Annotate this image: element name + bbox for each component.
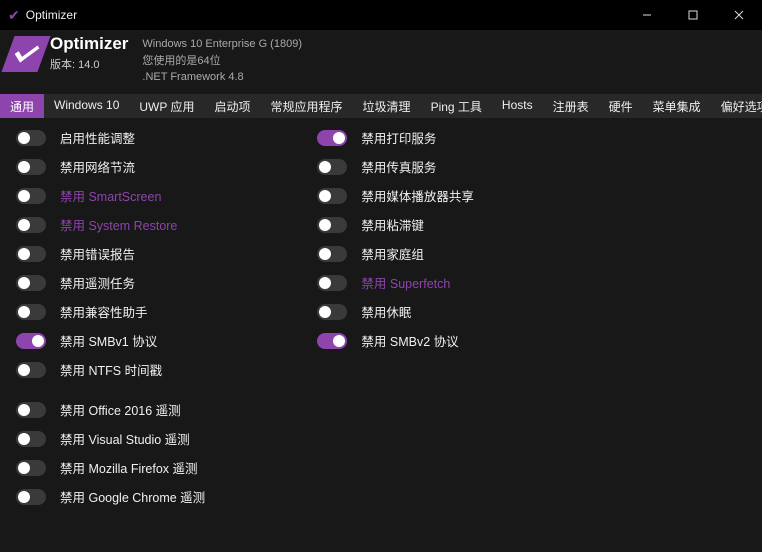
toggle-switch[interactable]: [16, 275, 46, 291]
toggle-switch[interactable]: [16, 333, 46, 349]
toggle-label: 禁用 Superfetch: [361, 273, 450, 292]
toggle-switch[interactable]: [317, 188, 347, 204]
minimize-button[interactable]: [624, 0, 670, 30]
toggle-label: 禁用 SmartScreen: [60, 186, 161, 205]
tab-通用[interactable]: 通用: [0, 94, 44, 118]
tab-硬件[interactable]: 硬件: [599, 94, 643, 118]
toggle-row: 禁用媒体播放器共享: [317, 186, 474, 206]
toggle-label: 禁用 System Restore: [60, 215, 177, 234]
toggle-switch[interactable]: [317, 217, 347, 233]
tab-注册表[interactable]: 注册表: [543, 94, 599, 118]
toggle-row: 禁用 Mozilla Firefox 遥测: [16, 458, 746, 478]
toggle-row: 禁用 Superfetch: [317, 273, 474, 293]
toggle-label: 禁用遥测任务: [60, 273, 135, 292]
toggle-label: 禁用传真服务: [361, 157, 436, 176]
tab-bar: 通用Windows 10UWP 应用启动项常规应用程序垃圾清理Ping 工具Ho…: [0, 94, 762, 118]
tab-菜单集成[interactable]: 菜单集成: [643, 94, 711, 118]
toggle-label: 禁用网络节流: [60, 157, 135, 176]
app-name: Optimizer: [50, 34, 128, 54]
toggle-row: 禁用 NTFS 时间戳: [16, 360, 177, 380]
toggle-row: 禁用家庭组: [317, 244, 474, 264]
tab-偏好选项[interactable]: 偏好选项: [711, 94, 762, 118]
toggle-label: 禁用 NTFS 时间戳: [60, 360, 162, 379]
toggle-label: 禁用打印服务: [361, 128, 436, 147]
tab-Ping 工具[interactable]: Ping 工具: [421, 94, 492, 118]
toggle-label: 禁用 Google Chrome 遥测: [60, 487, 205, 506]
toggle-switch[interactable]: [16, 402, 46, 418]
toggle-row: 禁用 System Restore: [16, 215, 177, 235]
toggle-column-right: 禁用打印服务禁用传真服务禁用媒体播放器共享禁用粘滞键禁用家庭组禁用 Superf…: [317, 128, 474, 380]
logo-icon: [8, 36, 44, 72]
header: Optimizer 版本: 14.0 Windows 10 Enterprise…: [0, 30, 762, 94]
tab-UWP 应用[interactable]: UWP 应用: [129, 94, 204, 118]
toggle-switch[interactable]: [16, 130, 46, 146]
toggle-switch[interactable]: [16, 431, 46, 447]
toggle-row: 禁用错误报告: [16, 244, 177, 264]
window-title: Optimizer: [26, 8, 624, 22]
tab-Hosts[interactable]: Hosts: [492, 94, 543, 118]
toggle-column-bottom: 禁用 Office 2016 遥测禁用 Visual Studio 遥测禁用 M…: [16, 400, 746, 507]
toggle-row: 禁用 Office 2016 遥测: [16, 400, 746, 420]
toggle-row: 禁用 Google Chrome 遥测: [16, 487, 746, 507]
toggle-switch[interactable]: [317, 275, 347, 291]
os-line: Windows 10 Enterprise G (1809): [142, 36, 302, 53]
toggle-row: 禁用 SmartScreen: [16, 186, 177, 206]
toggle-switch[interactable]: [16, 304, 46, 320]
toggle-switch[interactable]: [16, 246, 46, 262]
toggle-switch[interactable]: [16, 188, 46, 204]
toggle-switch[interactable]: [16, 460, 46, 476]
titlebar: ✔ Optimizer: [0, 0, 762, 30]
toggle-switch[interactable]: [16, 362, 46, 378]
tab-启动项[interactable]: 启动项: [205, 94, 261, 118]
toggle-row: 禁用 Visual Studio 遥测: [16, 429, 746, 449]
arch-line: 您使用的是64位: [142, 53, 302, 70]
app-info: Optimizer 版本: 14.0: [50, 34, 128, 72]
toggle-label: 禁用媒体播放器共享: [361, 186, 474, 205]
close-button[interactable]: [716, 0, 762, 30]
toggle-row: 禁用遥测任务: [16, 273, 177, 293]
toggle-switch[interactable]: [16, 159, 46, 175]
toggle-switch[interactable]: [317, 246, 347, 262]
toggle-label: 禁用兼容性助手: [60, 302, 148, 321]
toggle-label: 启用性能调整: [60, 128, 135, 147]
toggle-row: 禁用 SMBv2 协议: [317, 331, 474, 351]
toggle-label: 禁用 Mozilla Firefox 遥测: [60, 458, 198, 477]
toggle-label: 禁用 Visual Studio 遥测: [60, 429, 190, 448]
toggle-label: 禁用错误报告: [60, 244, 135, 263]
toggle-row: 禁用打印服务: [317, 128, 474, 148]
toggle-label: 禁用 SMBv2 协议: [361, 331, 458, 350]
tab-垃圾清理[interactable]: 垃圾清理: [353, 94, 421, 118]
toggle-label: 禁用 SMBv1 协议: [60, 331, 157, 350]
toggle-row: 禁用传真服务: [317, 157, 474, 177]
window-controls: [624, 0, 762, 30]
toggle-label: 禁用休眠: [361, 302, 411, 321]
toggle-switch[interactable]: [16, 217, 46, 233]
toggle-row: 启用性能调整: [16, 128, 177, 148]
toggle-label: 禁用粘滞键: [361, 215, 424, 234]
toggle-switch[interactable]: [317, 333, 347, 349]
toggle-row: 禁用 SMBv1 协议: [16, 331, 177, 351]
toggle-row: 禁用网络节流: [16, 157, 177, 177]
content-panel: 启用性能调整禁用网络节流禁用 SmartScreen 禁用 System Rest…: [0, 118, 762, 517]
toggle-switch[interactable]: [317, 130, 347, 146]
app-icon: ✔: [8, 7, 20, 24]
toggle-row: 禁用兼容性助手: [16, 302, 177, 322]
toggle-switch[interactable]: [16, 489, 46, 505]
toggle-label: 禁用 Office 2016 遥测: [60, 400, 181, 419]
tab-常规应用程序[interactable]: 常规应用程序: [261, 94, 353, 118]
app-version: 版本: 14.0: [50, 56, 128, 72]
toggle-switch[interactable]: [317, 159, 347, 175]
toggle-row: 禁用粘滞键: [317, 215, 474, 235]
maximize-button[interactable]: [670, 0, 716, 30]
net-line: .NET Framework 4.8: [142, 69, 302, 86]
system-info: Windows 10 Enterprise G (1809) 您使用的是64位 …: [142, 36, 302, 86]
toggle-switch[interactable]: [317, 304, 347, 320]
toggle-row: 禁用休眠: [317, 302, 474, 322]
tab-Windows 10[interactable]: Windows 10: [44, 94, 129, 118]
toggle-column-left: 启用性能调整禁用网络节流禁用 SmartScreen 禁用 System Rest…: [16, 128, 177, 380]
toggle-label: 禁用家庭组: [361, 244, 424, 263]
